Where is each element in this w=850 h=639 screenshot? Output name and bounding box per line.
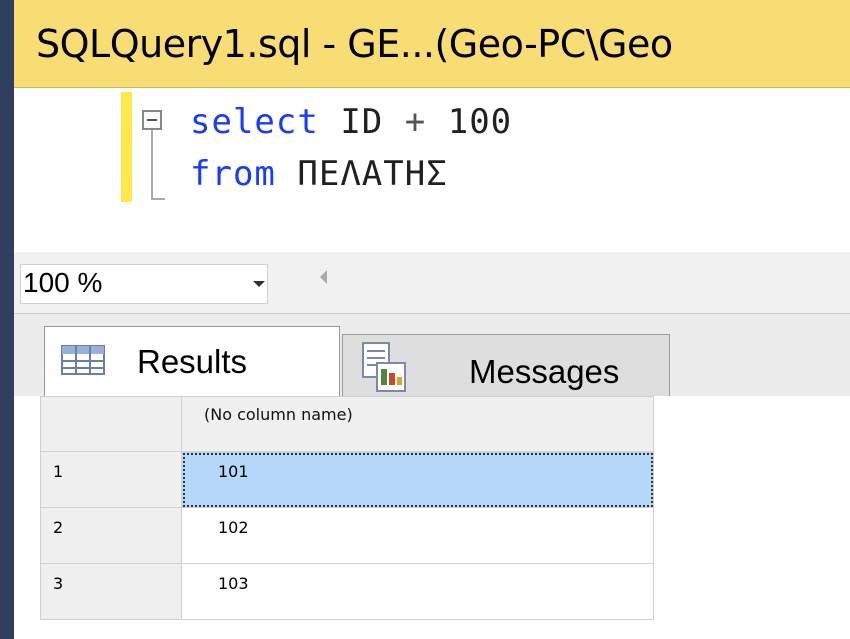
row-number-label: 1 [53,462,64,481]
results-grid: (No column name) 1 101 2 102 3 103 [0,396,850,639]
table-cell[interactable]: 101 [182,452,654,508]
table-row[interactable]: 2 102 [40,508,654,564]
cell-value: 102 [218,518,249,537]
column-header-label: (No column name) [204,405,353,424]
row-number-header[interactable] [40,396,182,452]
cell-value: 101 [218,462,249,481]
row-number[interactable]: 3 [40,564,182,620]
zoom-value: 100 % [23,267,103,298]
tab-messages-label: Messages [469,353,620,390]
query-editor[interactable]: select ID + 100 from ΠΕΛΑΤΗΣ [14,88,850,252]
table-cell[interactable]: 103 [182,564,654,620]
row-number-label: 3 [53,574,64,593]
table-row[interactable]: 1 101 [40,452,654,508]
row-number[interactable]: 2 [40,508,182,564]
dropdown-arrow-icon[interactable] [253,281,265,287]
cell-value: 103 [218,574,249,593]
table-cell[interactable]: 102 [182,508,654,564]
table-row[interactable]: 3 103 [40,564,654,620]
tab-results[interactable]: Results [44,326,340,396]
editor-statusbar: 100 % [14,252,850,314]
outline-fold-end [151,198,165,200]
keyword-select: select [190,102,319,142]
tab-messages[interactable]: Messages [342,334,670,396]
document-tab[interactable]: SQLQuery1.sql - GE...(Geo-PC\Geo [14,0,850,88]
messages-icon [362,342,406,392]
result-tabs: Results Messages [14,314,850,396]
column-header[interactable]: (No column name) [182,396,654,452]
number-literal: 100 [447,102,513,142]
outline-fold-line [151,130,153,200]
zoom-select[interactable]: 100 % [20,264,268,304]
document-tab-title: SQLQuery1.sql - GE...(Geo-PC\Geo [36,22,673,66]
collapse-icon[interactable] [142,110,162,130]
tab-results-label: Results [137,343,248,380]
window-left-border-lower [0,396,14,639]
operator-plus: + [404,102,427,142]
code-line-1[interactable]: select ID + 100 [190,102,512,142]
table-name: ΠΕΛΑΤΗΣ [297,154,448,194]
row-number-label: 2 [53,518,64,537]
keyword-from: from [190,154,276,194]
scroll-left-icon[interactable] [320,270,327,284]
code-line-2[interactable]: from ΠΕΛΑΤΗΣ [190,154,448,194]
row-number[interactable]: 1 [40,452,182,508]
grid-icon [61,345,105,375]
change-tracking-bar [121,92,132,202]
identifier-id: ID [340,102,384,142]
